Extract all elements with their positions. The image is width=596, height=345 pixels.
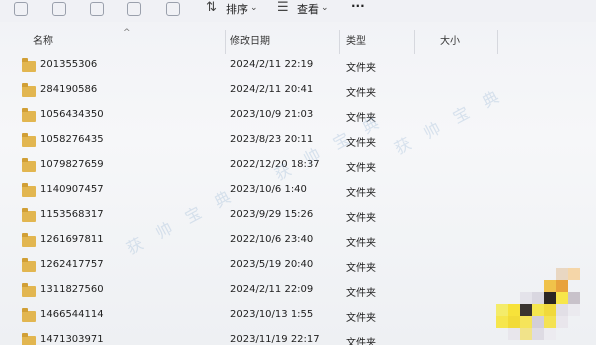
file-modified-date: 2023/9/29 15:26 <box>230 209 314 220</box>
copy-icon[interactable] <box>14 2 28 16</box>
sort-icon[interactable]: ⇅ <box>206 0 217 15</box>
view-icon[interactable]: ☰ <box>277 0 289 15</box>
folder-icon <box>22 158 36 172</box>
file-modified-date: 2023/10/13 1:55 <box>230 309 314 320</box>
file-name[interactable]: 1466544114 <box>40 309 104 320</box>
share-icon[interactable] <box>127 2 141 16</box>
folder-icon <box>22 283 36 297</box>
folder-icon <box>22 308 36 322</box>
file-modified-date: 2022/10/6 23:40 <box>230 234 314 245</box>
file-name[interactable]: 284190586 <box>40 84 97 95</box>
file-row[interactable]: 1153568317 2023/9/29 15:26 文件夹 <box>0 206 596 230</box>
column-type[interactable]: 类型 <box>346 32 366 47</box>
folder-icon <box>22 233 36 247</box>
file-row[interactable]: 1261697811 2022/10/6 23:40 文件夹 <box>0 231 596 255</box>
command-bar: ⇅ 排序 ⌄ ☰ 查看 ⌄ ··· <box>0 0 596 22</box>
column-divider[interactable] <box>414 30 415 54</box>
paste-icon[interactable] <box>52 2 66 16</box>
file-type: 文件夹 <box>346 263 376 274</box>
chevron-down-icon[interactable]: ⌄ <box>321 3 329 13</box>
file-modified-date: 2023/5/19 20:40 <box>230 259 314 270</box>
folder-icon <box>22 333 36 345</box>
folder-icon <box>22 258 36 272</box>
file-type: 文件夹 <box>346 213 376 224</box>
file-name[interactable]: 1056434350 <box>40 109 104 120</box>
file-type: 文件夹 <box>346 88 376 99</box>
file-modified-date: 2024/2/11 22:09 <box>230 284 314 295</box>
view-button[interactable]: 查看 <box>297 1 319 17</box>
file-name[interactable]: 201355306 <box>40 59 97 70</box>
file-row[interactable]: 1140907457 2023/10/6 1:40 文件夹 <box>0 181 596 205</box>
folder-icon <box>22 83 36 97</box>
sort-button[interactable]: 排序 <box>226 1 248 17</box>
more-options-button[interactable]: ··· <box>351 0 365 13</box>
folder-icon <box>22 133 36 147</box>
file-modified-date: 2023/8/23 20:11 <box>230 134 314 145</box>
file-type: 文件夹 <box>346 313 376 324</box>
column-divider[interactable] <box>225 30 226 54</box>
folder-icon <box>22 208 36 222</box>
folder-icon <box>22 183 36 197</box>
file-name[interactable]: 1311827560 <box>40 284 104 295</box>
file-row[interactable]: 1056434350 2023/10/9 21:03 文件夹 <box>0 106 596 130</box>
chevron-down-icon[interactable]: ⌄ <box>250 3 258 13</box>
file-name[interactable]: 1261697811 <box>40 234 104 245</box>
file-type: 文件夹 <box>346 63 376 74</box>
file-name[interactable]: 1058276435 <box>40 134 104 145</box>
file-modified-date: 2023/11/19 22:17 <box>230 334 320 345</box>
file-name[interactable]: 1471303971 <box>40 334 104 345</box>
rename-icon[interactable] <box>90 2 104 16</box>
file-type: 文件夹 <box>346 238 376 249</box>
file-name[interactable]: 1140907457 <box>40 184 104 195</box>
file-explorer-window: ⇅ 排序 ⌄ ☰ 查看 ⌄ ··· ^ 名称 修改日期 类型 大小 201355… <box>0 0 596 345</box>
folder-icon <box>22 108 36 122</box>
file-modified-date: 2023/10/9 21:03 <box>230 109 314 120</box>
file-name[interactable]: 1153568317 <box>40 209 104 220</box>
file-row[interactable]: 201355306 2024/2/11 22:19 文件夹 <box>0 56 596 80</box>
column-header: ^ 名称 修改日期 类型 大小 <box>0 28 596 54</box>
delete-icon[interactable] <box>166 2 180 16</box>
file-name[interactable]: 1079827659 <box>40 159 104 170</box>
file-type: 文件夹 <box>346 163 376 174</box>
folder-icon <box>22 58 36 72</box>
file-type: 文件夹 <box>346 288 376 299</box>
column-modified[interactable]: 修改日期 <box>230 32 270 47</box>
file-type: 文件夹 <box>346 338 376 345</box>
sort-up-icon: ^ <box>123 28 131 38</box>
file-name[interactable]: 1262417757 <box>40 259 104 270</box>
column-divider[interactable] <box>339 30 340 54</box>
column-name[interactable]: 名称 <box>33 32 53 47</box>
pixelated-sticker <box>484 268 596 345</box>
file-modified-date: 2024/2/11 22:19 <box>230 59 314 70</box>
file-modified-date: 2024/2/11 20:41 <box>230 84 314 95</box>
column-divider[interactable] <box>497 30 498 54</box>
file-type: 文件夹 <box>346 188 376 199</box>
file-modified-date: 2023/10/6 1:40 <box>230 184 307 195</box>
column-size[interactable]: 大小 <box>440 32 460 47</box>
